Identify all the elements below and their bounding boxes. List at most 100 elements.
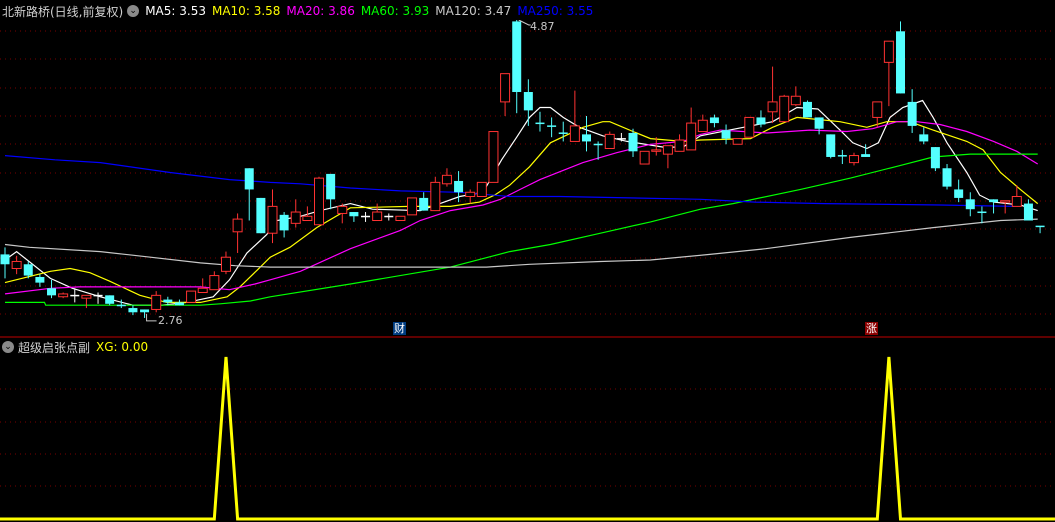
candle[interactable] — [220, 251, 231, 275]
candle[interactable] — [488, 131, 499, 183]
candle[interactable] — [128, 305, 138, 316]
candle[interactable] — [790, 86, 801, 107]
candle[interactable] — [942, 164, 952, 190]
stock-title: 北新路桥(日线,前复权) — [2, 4, 124, 19]
finance-event-marker[interactable]: 财 — [393, 322, 406, 335]
candle[interactable] — [0, 247, 10, 279]
candle[interactable] — [93, 292, 103, 304]
candle[interactable] — [419, 192, 429, 211]
candle[interactable] — [244, 168, 254, 221]
candle-body — [919, 134, 929, 142]
candle[interactable] — [547, 117, 557, 138]
candle[interactable] — [465, 189, 476, 204]
candle[interactable] — [767, 66, 778, 124]
candle[interactable] — [256, 197, 266, 234]
candle[interactable] — [476, 181, 487, 198]
candle[interactable] — [662, 145, 673, 169]
candle-body — [582, 134, 591, 142]
candle[interactable] — [81, 294, 92, 309]
candle-body — [488, 131, 499, 183]
candle[interactable] — [105, 295, 115, 306]
candle[interactable] — [1035, 225, 1045, 234]
candle[interactable] — [837, 149, 847, 165]
candle-body — [861, 154, 871, 157]
candle-body — [244, 168, 254, 190]
candle[interactable] — [186, 290, 197, 303]
candle[interactable] — [279, 212, 289, 238]
candle[interactable] — [977, 206, 987, 224]
candle[interactable] — [395, 215, 406, 222]
candle[interactable] — [930, 147, 940, 172]
candle[interactable] — [779, 94, 790, 123]
candle[interactable] — [337, 203, 348, 224]
limit-up-event-marker[interactable]: 涨 — [865, 322, 878, 335]
candle[interactable] — [209, 271, 220, 291]
candle[interactable] — [1000, 200, 1011, 214]
candle[interactable] — [523, 79, 533, 126]
candle[interactable] — [500, 73, 511, 117]
candle[interactable] — [674, 134, 685, 152]
candle[interactable] — [314, 176, 325, 226]
candle[interactable] — [965, 192, 975, 217]
candle[interactable] — [512, 20, 522, 114]
candle[interactable] — [732, 138, 743, 145]
ma60-readout: MA60: 3.93 — [361, 4, 429, 18]
candle[interactable] — [326, 173, 336, 210]
candle[interactable] — [826, 134, 836, 159]
candle-body — [23, 264, 33, 276]
candle[interactable] — [58, 292, 69, 299]
candle[interactable] — [802, 100, 812, 118]
extreme-arrows — [146, 19, 531, 322]
candle[interactable] — [814, 117, 824, 135]
candle[interactable] — [697, 114, 708, 133]
candle[interactable] — [349, 212, 359, 222]
candle[interactable] — [639, 150, 650, 165]
xg-value: 0.00 — [121, 340, 149, 354]
ma-line-ma120 — [4, 218, 1038, 268]
candle[interactable] — [232, 213, 243, 253]
candle[interactable] — [290, 199, 301, 228]
candle[interactable] — [883, 40, 894, 107]
candle[interactable] — [35, 274, 45, 287]
candle-body — [116, 304, 126, 307]
candle[interactable] — [744, 116, 755, 138]
candle[interactable] — [919, 127, 929, 145]
candle[interactable] — [535, 111, 545, 132]
candle-body — [721, 130, 731, 139]
candle[interactable] — [197, 278, 208, 294]
candle[interactable] — [140, 309, 150, 318]
candle[interactable] — [47, 279, 57, 299]
candle[interactable] — [151, 291, 162, 313]
candle[interactable] — [372, 203, 383, 222]
candle-body — [907, 101, 917, 126]
chevron-down-icon[interactable]: ⌄ — [127, 5, 140, 17]
candle[interactable] — [407, 197, 418, 216]
candle-body — [651, 149, 662, 152]
candle-body — [814, 117, 824, 129]
candle[interactable] — [441, 168, 452, 187]
candle[interactable] — [721, 124, 731, 145]
candle-body — [361, 215, 371, 218]
candle[interactable] — [569, 90, 580, 142]
candle[interactable] — [907, 89, 917, 133]
candle[interactable] — [709, 114, 719, 128]
ma60-value: 3.93 — [402, 4, 430, 18]
candle[interactable] — [267, 189, 278, 244]
candle[interactable] — [896, 21, 906, 94]
ma-line-ma250 — [4, 155, 1015, 207]
candle[interactable] — [686, 107, 697, 151]
candle[interactable] — [361, 212, 371, 222]
candle[interactable] — [848, 152, 859, 166]
candle[interactable] — [384, 213, 394, 221]
candle[interactable] — [582, 116, 591, 152]
candle[interactable] — [954, 179, 964, 203]
candle[interactable] — [604, 131, 615, 149]
candle[interactable] — [616, 132, 626, 142]
candle[interactable] — [11, 255, 22, 275]
candle[interactable] — [1023, 199, 1033, 221]
candle[interactable] — [628, 128, 638, 157]
stock-chart[interactable] — [0, 0, 1055, 522]
chevron-down-icon[interactable]: ⌄ — [2, 341, 14, 353]
candle[interactable] — [174, 299, 184, 306]
candle[interactable] — [430, 176, 441, 212]
